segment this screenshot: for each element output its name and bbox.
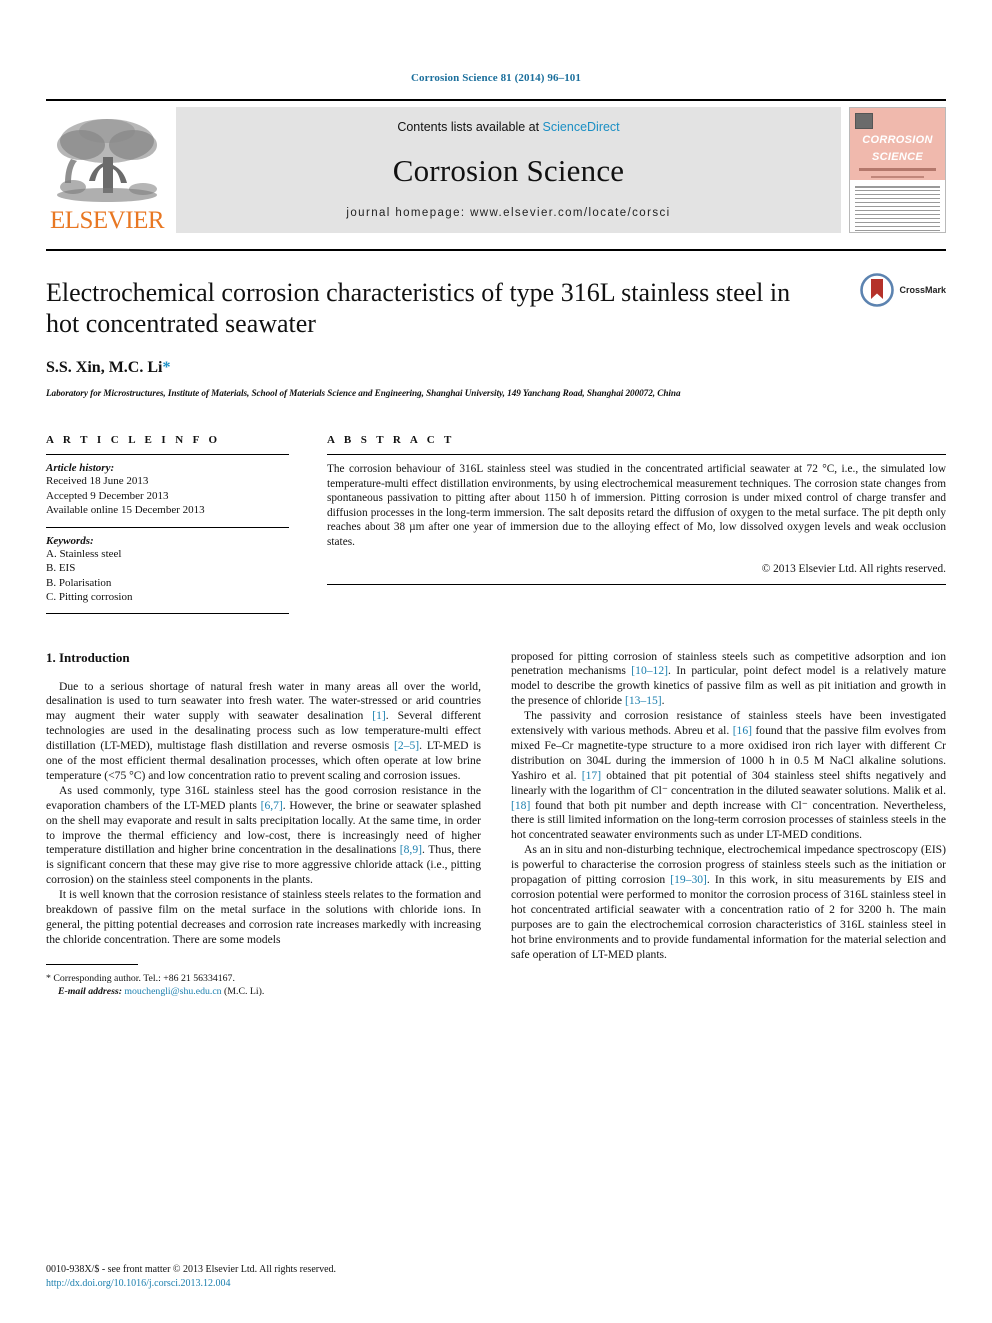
info-rule-top xyxy=(46,454,289,455)
article-history-label: Article history: xyxy=(46,462,115,474)
cover-subtitle-bar2 xyxy=(871,176,924,178)
copyright-line: © 2013 Elsevier Ltd. All rights reserved… xyxy=(761,562,946,575)
email-label: E-mail address: xyxy=(58,985,122,997)
citation-link[interactable]: [8,9] xyxy=(400,843,422,856)
footnote-marker: * xyxy=(46,972,51,984)
citation-link[interactable]: [2–5] xyxy=(394,739,419,752)
paragraph: proposed for pitting corrosion of stainl… xyxy=(511,650,946,710)
info-rule-mid xyxy=(46,526,289,528)
citation-link[interactable]: [19–30] xyxy=(670,873,707,886)
abstract-rule-top xyxy=(327,454,946,455)
footnote-corresponding-author: * Corresponding author. Tel.: +86 21 563… xyxy=(46,972,481,985)
footnote-text: Corresponding author. Tel.: +86 21 56334… xyxy=(53,972,235,984)
cover-title-line2: SCIENCE xyxy=(872,151,923,163)
keyword-item: B. Polarisation xyxy=(46,576,112,589)
footnote-separator xyxy=(46,963,138,965)
affiliation: Laboratory for Microstructures, Institut… xyxy=(46,388,681,398)
citation-link[interactable]: [6,7] xyxy=(261,799,283,812)
paper-page: Corrosion Science 81 (2014) 96–101 ELSEV… xyxy=(0,0,992,1323)
paragraph: As used commonly, type 316L stainless st… xyxy=(46,784,481,888)
author-list: S.S. Xin, M.C. Li* xyxy=(46,359,946,377)
abstract-column: A B S T R A C T The corrosion behaviour … xyxy=(327,434,946,614)
history-item: Available online 15 December 2013 xyxy=(46,504,205,516)
paragraph: Due to a serious shortage of natural fre… xyxy=(46,680,481,784)
abstract-body: The corrosion behaviour of 316L stainles… xyxy=(327,463,946,548)
text-run: found that both pit number and depth inc… xyxy=(511,798,946,842)
paragraph: As an in situ and non-disturbing techniq… xyxy=(511,843,946,962)
corresponding-author-marker: * xyxy=(162,359,171,376)
email-link[interactable]: mouchengli@shu.edu.cn xyxy=(124,986,221,997)
keyword-item: A. Stainless steel xyxy=(46,547,122,560)
footnote-email: E-mail address: mouchengli@shu.edu.cn (M… xyxy=(46,985,481,998)
page-title: Electrochemical corrosion characteristic… xyxy=(46,278,791,338)
elsevier-wordmark: ELSEVIER xyxy=(49,207,165,234)
citation-link[interactable]: [17] xyxy=(582,769,601,782)
doi-link[interactable]: http://dx.doi.org/10.1016/j.corsci.2013.… xyxy=(46,1277,336,1291)
journal-band: Contents lists available at ScienceDirec… xyxy=(176,107,841,233)
cover-subtitle-bar xyxy=(859,168,936,171)
history-item: Received 18 June 2013 xyxy=(46,475,149,487)
abstract-rule-bottom xyxy=(327,583,946,585)
cover-stamp-icon xyxy=(855,113,873,129)
info-abstract-section: A R T I C L E I N F O Article history: R… xyxy=(46,434,946,614)
keywords-label: Keywords: xyxy=(46,534,94,547)
crossmark-icon xyxy=(860,273,895,307)
page-footer: 0010-938X/$ - see front matter © 2013 El… xyxy=(46,1263,336,1291)
sciencedirect-link[interactable]: ScienceDirect xyxy=(543,120,620,134)
body-columns: 1. Introduction Due to a serious shortag… xyxy=(46,650,946,998)
keyword-item: B. EIS xyxy=(46,562,76,574)
elsevier-logo: ELSEVIER xyxy=(46,107,168,233)
paragraph: The passivity and corrosion resistance o… xyxy=(511,709,946,843)
body-column-right: proposed for pitting corrosion of stainl… xyxy=(511,650,946,998)
contents-prefix: Contents lists available at xyxy=(397,120,543,134)
article-info-heading: A R T I C L E I N F O xyxy=(46,434,221,446)
text-run: . xyxy=(661,694,665,708)
cover-top: CORROSION SCIENCE xyxy=(850,108,945,180)
cover-title-line1: CORROSION xyxy=(862,134,933,146)
body-column-left: 1. Introduction Due to a serious shortag… xyxy=(46,650,481,998)
section-heading-introduction: 1. Introduction xyxy=(46,649,130,665)
info-rule-bottom xyxy=(46,612,289,614)
email-suffix: (M.C. Li). xyxy=(224,985,265,997)
citation-link[interactable]: [1] xyxy=(372,709,386,722)
journal-masthead: ELSEVIER Contents lists available at Sci… xyxy=(46,99,946,233)
journal-title: Corrosion Science xyxy=(392,152,625,188)
citation-link[interactable]: [10–12] xyxy=(631,664,668,677)
issn-line: 0010-938X/$ - see front matter © 2013 El… xyxy=(46,1264,337,1275)
contents-available-line: Contents lists available at ScienceDirec… xyxy=(397,120,619,134)
crossmark-badge[interactable]: CrossMark xyxy=(860,273,946,307)
running-head: Corrosion Science 81 (2014) 96–101 xyxy=(410,72,581,84)
elsevier-tree-icon xyxy=(57,119,157,202)
text-run: . In this work, in situ measurements by … xyxy=(511,873,946,961)
journal-cover-thumbnail: CORROSION SCIENCE xyxy=(849,107,946,233)
journal-homepage[interactable]: journal homepage: www.elsevier.com/locat… xyxy=(346,207,670,219)
text-run: It is well known that the corrosion resi… xyxy=(46,888,481,946)
citation-link[interactable]: [16] xyxy=(733,724,752,737)
author-names: S.S. Xin, M.C. Li xyxy=(46,359,163,376)
article-info-column: A R T I C L E I N F O Article history: R… xyxy=(46,434,289,614)
abstract-heading: A B S T R A C T xyxy=(327,434,455,446)
cover-contents-lines xyxy=(850,180,945,232)
citation-link[interactable]: [18] xyxy=(511,799,530,812)
title-block: Electrochemical corrosion characteristic… xyxy=(46,251,946,398)
crossmark-label: CrossMark xyxy=(899,285,946,295)
paragraph: It is well known that the corrosion resi… xyxy=(46,888,481,948)
keyword-item: C. Pitting corrosion xyxy=(46,591,133,603)
citation-link[interactable]: [13–15] xyxy=(625,694,662,707)
history-item: Accepted 9 December 2013 xyxy=(46,489,169,502)
